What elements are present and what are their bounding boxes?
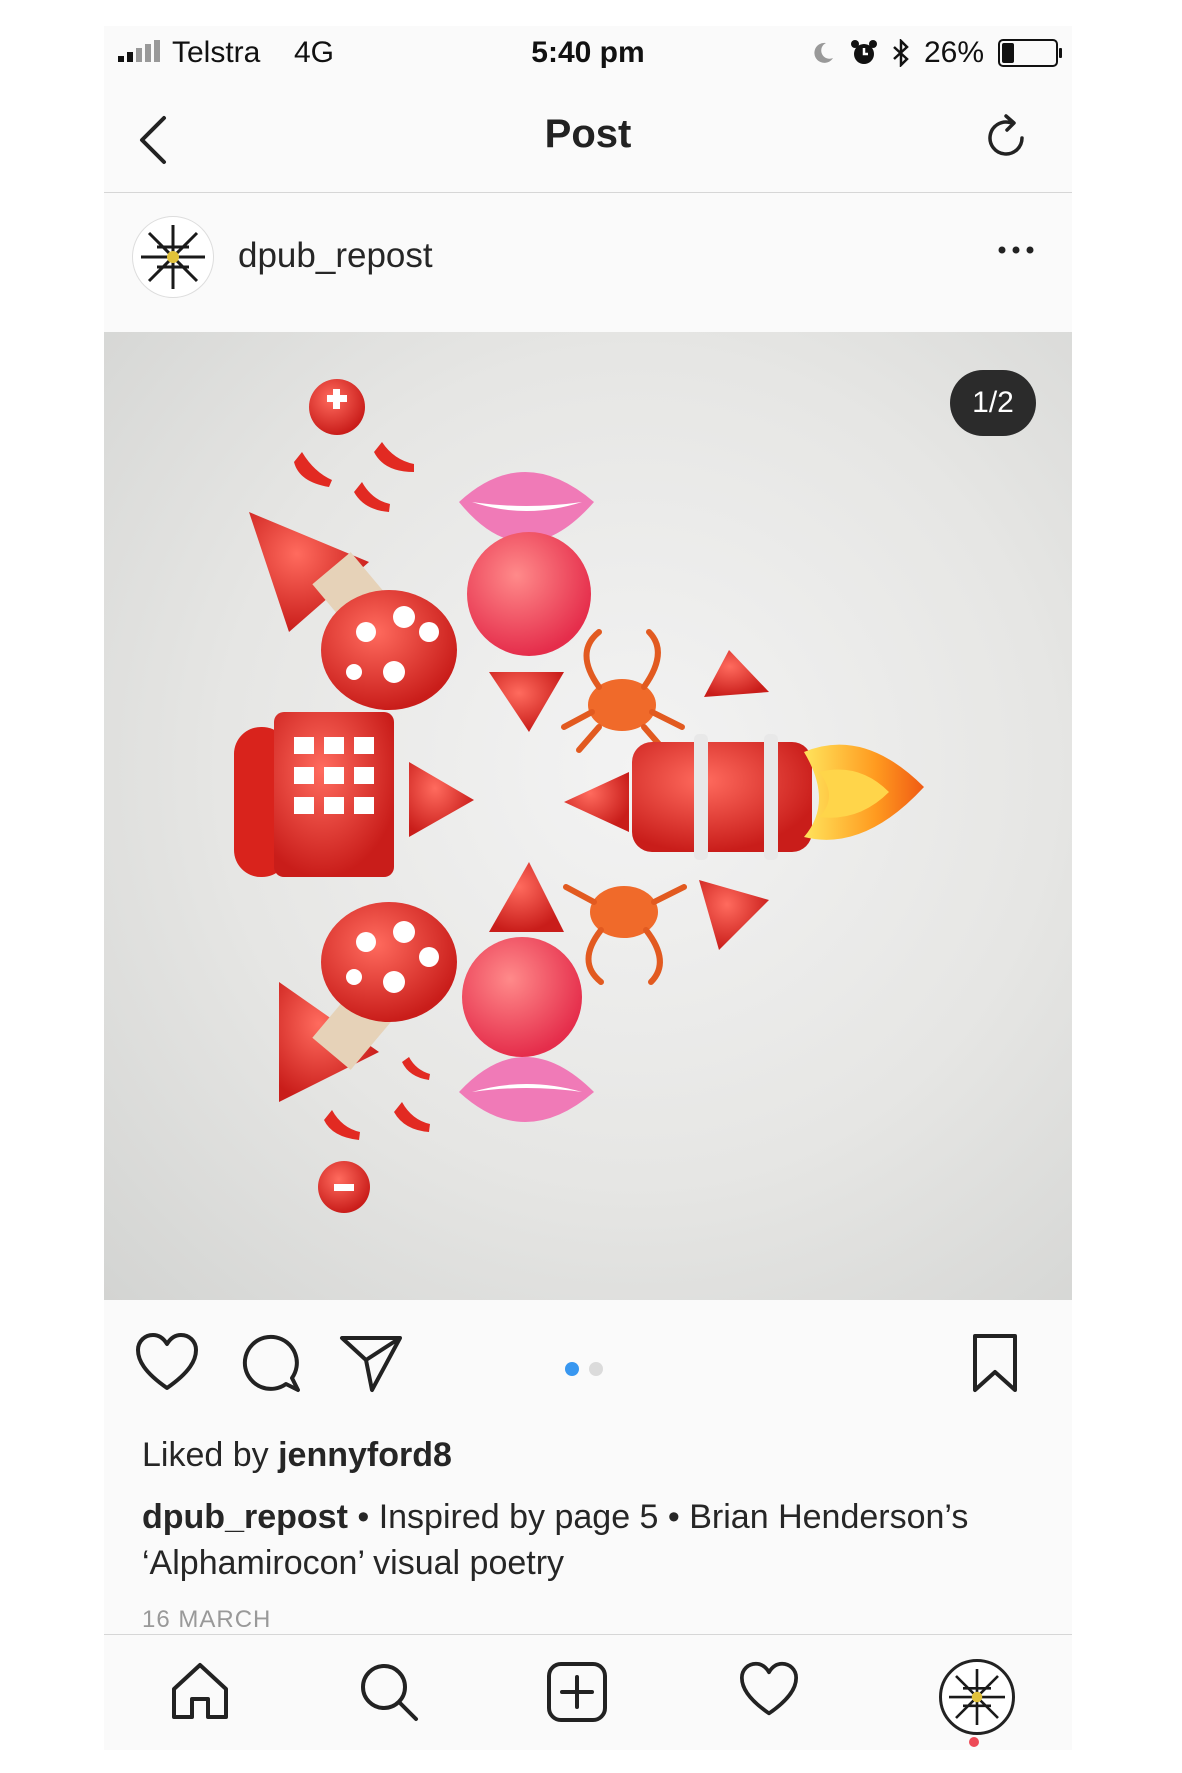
wm-logo-icon <box>949 1669 1005 1725</box>
liked-by-username[interactable]: jennyford8 <box>278 1436 452 1474</box>
bluetooth-icon <box>893 39 909 67</box>
battery-icon <box>998 39 1062 67</box>
emoji-artwork <box>234 379 924 1213</box>
caption-username[interactable]: dpub_repost <box>142 1498 348 1536</box>
alarm-icon <box>850 40 877 64</box>
wm-logo-icon <box>141 225 205 289</box>
refresh-button[interactable] <box>980 112 1032 164</box>
bottom-tab-bar <box>104 1634 1072 1750</box>
share-button[interactable] <box>338 1332 404 1394</box>
like-button[interactable] <box>134 1332 200 1394</box>
crab-top <box>561 629 685 753</box>
battery-percentage: 26% <box>923 36 984 69</box>
status-indicators: 26% <box>810 36 1062 70</box>
image-counter: 1/2 <box>950 370 1036 436</box>
notification-dot <box>969 1737 979 1747</box>
more-options-button[interactable] <box>996 240 1036 260</box>
save-bookmark-button[interactable] <box>970 1332 1020 1394</box>
carousel-indicator <box>565 1362 603 1376</box>
instagram-post-screen: Telstra 4G 5:40 pm 26% Post dpub_repost … <box>104 26 1072 1750</box>
crab-bottom <box>563 884 687 985</box>
moon-icon <box>814 42 833 63</box>
post-date: 16 MARCH <box>142 1606 272 1633</box>
navigation-bar: Post <box>104 82 1072 193</box>
carousel-dot <box>565 1362 579 1376</box>
search-icon[interactable] <box>358 1661 420 1723</box>
helmet-top <box>309 379 365 435</box>
helmet-bottom <box>318 1161 370 1213</box>
status-bar: Telstra 4G 5:40 pm 26% <box>104 26 1072 82</box>
likes-line: Liked by jennyford8 <box>142 1436 452 1475</box>
post-image[interactable]: 1/2 <box>104 332 1072 1300</box>
post-header: dpub_repost <box>104 194 1072 318</box>
avatar[interactable] <box>132 216 214 298</box>
post-caption: dpub_repost • Inspired by page 5 • Brian… <box>142 1494 1022 1586</box>
comment-button[interactable] <box>240 1332 302 1394</box>
home-icon[interactable] <box>168 1661 232 1721</box>
profile-avatar[interactable] <box>939 1659 1015 1735</box>
post-actions <box>104 1322 1072 1422</box>
add-post-icon[interactable] <box>546 1661 608 1723</box>
page-title: Post <box>544 112 632 156</box>
carousel-dot <box>589 1362 603 1376</box>
activity-heart-icon[interactable] <box>738 1661 800 1719</box>
liked-by-label: Liked by <box>142 1436 279 1474</box>
post-username[interactable]: dpub_repost <box>238 236 433 276</box>
